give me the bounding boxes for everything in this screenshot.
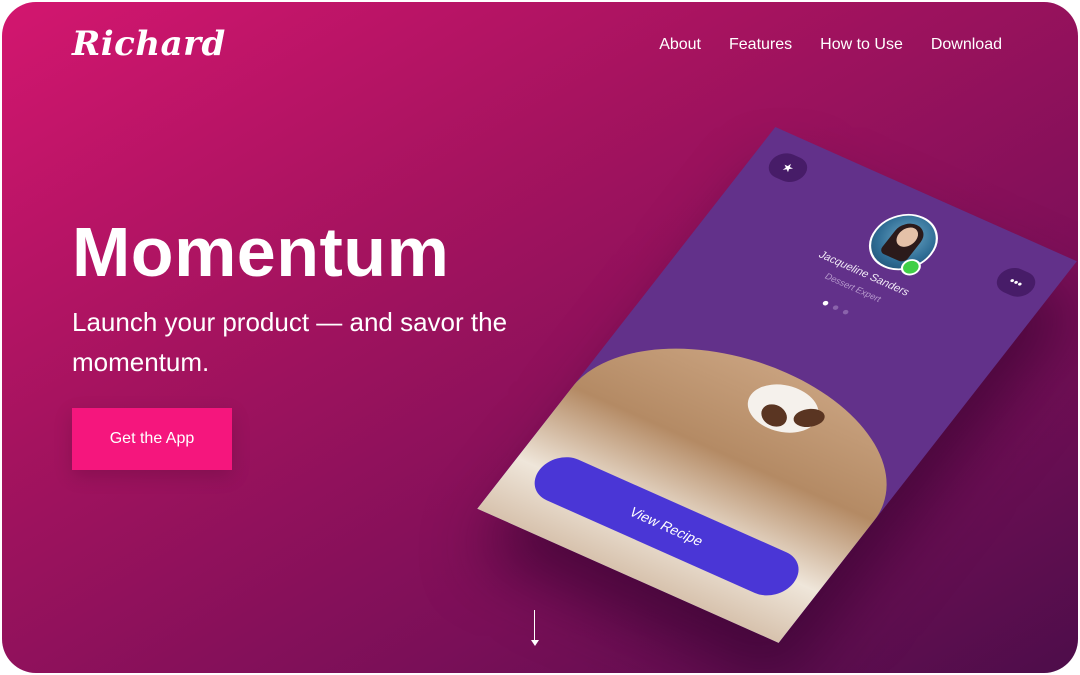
get-the-app-button[interactable]: Get the App: [72, 408, 232, 470]
ellipsis-icon[interactable]: •••: [990, 263, 1042, 302]
scroll-down-arrow-icon[interactable]: [528, 608, 542, 652]
carousel-dot[interactable]: [831, 304, 840, 311]
landing-page: Richard About Features How to Use Downlo…: [2, 2, 1078, 673]
profile-role: Dessert Expert: [822, 271, 884, 304]
nav-link-about[interactable]: About: [659, 36, 701, 54]
carousel-dot[interactable]: [841, 309, 850, 316]
carousel-dots: [821, 300, 850, 316]
nav-link-features[interactable]: Features: [729, 36, 792, 54]
phone-screen: ★ ••• Jacqueline Sanders Dessert Expert …: [477, 127, 1077, 643]
nav-link-download[interactable]: Download: [931, 36, 1002, 54]
nav-link-how-to-use[interactable]: How to Use: [820, 36, 903, 54]
profile-name: Jacqueline Sanders: [815, 249, 912, 299]
brand-logo[interactable]: Richard: [72, 24, 226, 64]
top-navigation: About Features How to Use Download: [659, 36, 1002, 54]
hero-subtitle: Launch your product — and savor the mome…: [72, 307, 508, 377]
carousel-dot[interactable]: [821, 300, 830, 307]
hero-title: Momentum: [72, 213, 450, 291]
phone-mockup: ★ ••• Jacqueline Sanders Dessert Expert …: [477, 127, 1077, 643]
star-icon[interactable]: ★: [762, 148, 814, 187]
